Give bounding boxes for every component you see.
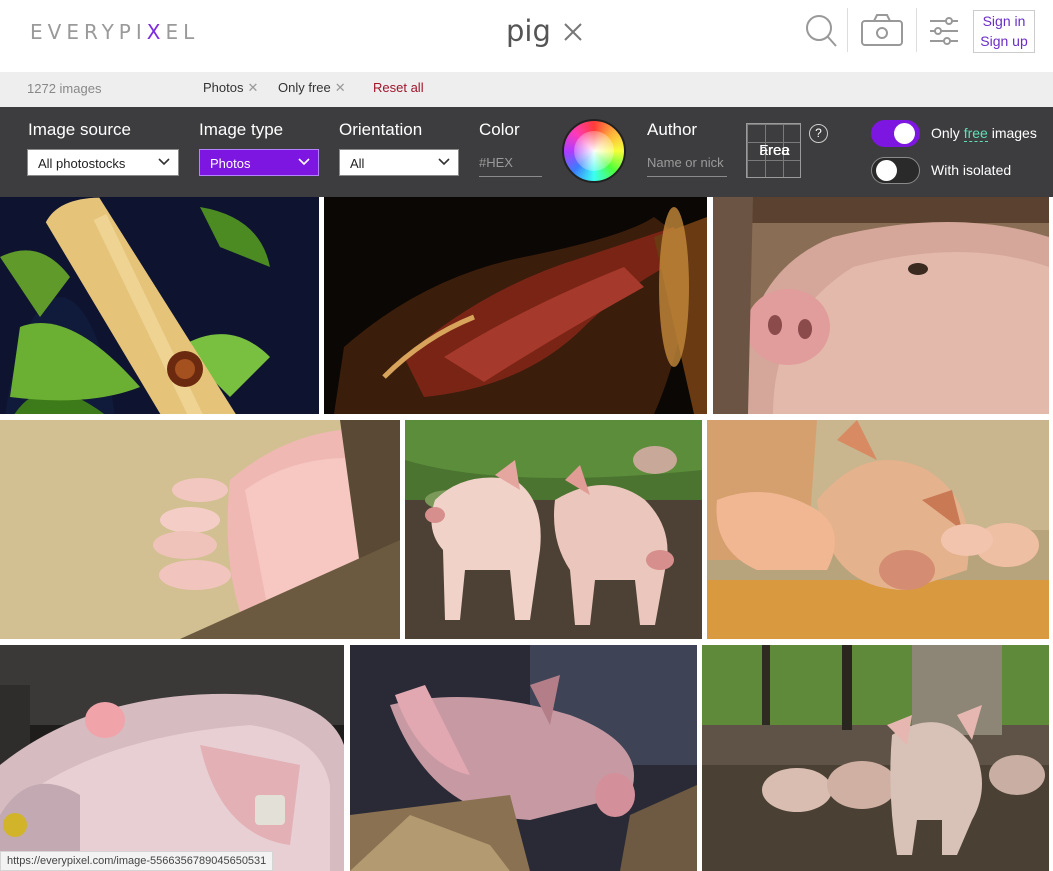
author-label: Author xyxy=(647,120,698,139)
image-tile[interactable] xyxy=(0,197,319,414)
divider xyxy=(847,8,848,52)
remove-chip-icon[interactable]: ✕ xyxy=(247,80,258,95)
header: EVERYPIXEL pig Sign in Sign up xyxy=(0,0,1053,72)
hex-color-input[interactable] xyxy=(479,149,542,177)
orientation-select[interactable]: All xyxy=(339,149,459,176)
image-source-label: Image source xyxy=(28,120,131,139)
sign-in-link[interactable]: Sign in xyxy=(974,11,1034,31)
image-type-select[interactable]: Photos xyxy=(199,149,319,176)
image-tile[interactable] xyxy=(350,645,697,871)
free-area-line2: area xyxy=(759,142,790,159)
image-type-label: Image type xyxy=(199,120,284,139)
remove-chip-icon[interactable]: ✕ xyxy=(335,80,346,95)
image-tile[interactable] xyxy=(707,420,1049,639)
search-query[interactable]: pig xyxy=(506,14,551,48)
chevron-down-icon xyxy=(438,158,450,166)
sleeping-pig-photo xyxy=(0,645,344,871)
toggle-knob xyxy=(894,123,915,144)
two-piglets-photo xyxy=(405,420,702,639)
image-tile[interactable] xyxy=(0,420,400,639)
image-tile[interactable] xyxy=(0,645,344,871)
active-filters-bar: 1272 images Photos ✕ Only free ✕ Reset all xyxy=(0,72,1053,107)
chevron-down-icon xyxy=(298,158,310,166)
sign-up-link[interactable]: Sign up xyxy=(974,31,1034,51)
color-label: Color xyxy=(479,120,520,139)
only-free-label: Only free images xyxy=(931,125,1037,142)
filters-icon[interactable] xyxy=(929,17,959,45)
chevron-down-icon xyxy=(158,158,170,166)
help-icon[interactable]: ? xyxy=(809,124,828,143)
sow-nursing-piglets-photo xyxy=(0,420,400,639)
clear-search-icon[interactable] xyxy=(562,21,584,43)
filter-chip-photos[interactable]: Photos ✕ xyxy=(203,80,258,96)
link-status-bar: https://everypixel.com/image-55663567890… xyxy=(0,851,274,871)
divider xyxy=(916,8,917,52)
image-tile[interactable] xyxy=(324,197,707,414)
image-tile[interactable] xyxy=(405,420,702,639)
image-tile[interactable] xyxy=(702,645,1049,871)
pig-in-pen-photo xyxy=(350,645,697,871)
auth-box: Sign in Sign up xyxy=(973,10,1035,53)
search-icon[interactable] xyxy=(805,14,837,48)
camera-icon[interactable] xyxy=(861,14,903,46)
color-wheel-picker[interactable] xyxy=(562,119,626,183)
with-isolated-label: With isolated xyxy=(931,162,1012,178)
cured-ham-photo xyxy=(324,197,707,414)
results-count: 1272 images xyxy=(27,81,102,96)
filter-chip-only-free[interactable]: Only free ✕ xyxy=(278,80,346,96)
pig-face-photo xyxy=(713,197,1049,414)
reset-all-link[interactable]: Reset all xyxy=(373,80,424,95)
piglets-in-forest-photo xyxy=(702,645,1049,871)
toggle-knob xyxy=(876,160,897,181)
image-tile[interactable] xyxy=(713,197,1049,414)
image-source-select[interactable]: All photostocks xyxy=(27,149,179,176)
orientation-label: Orientation xyxy=(339,120,423,139)
sow-with-piglets-photo xyxy=(707,420,1049,639)
sausage-roll-photo xyxy=(0,197,319,414)
author-input[interactable] xyxy=(647,149,727,177)
filter-panel: Image source All photostocks Image type … xyxy=(0,107,1053,197)
free-area-button[interactable]: Free area xyxy=(746,123,801,178)
with-isolated-toggle[interactable] xyxy=(871,157,920,184)
everypixel-logo[interactable]: EVERYPIXEL xyxy=(30,20,199,44)
only-free-toggle[interactable] xyxy=(871,120,920,147)
